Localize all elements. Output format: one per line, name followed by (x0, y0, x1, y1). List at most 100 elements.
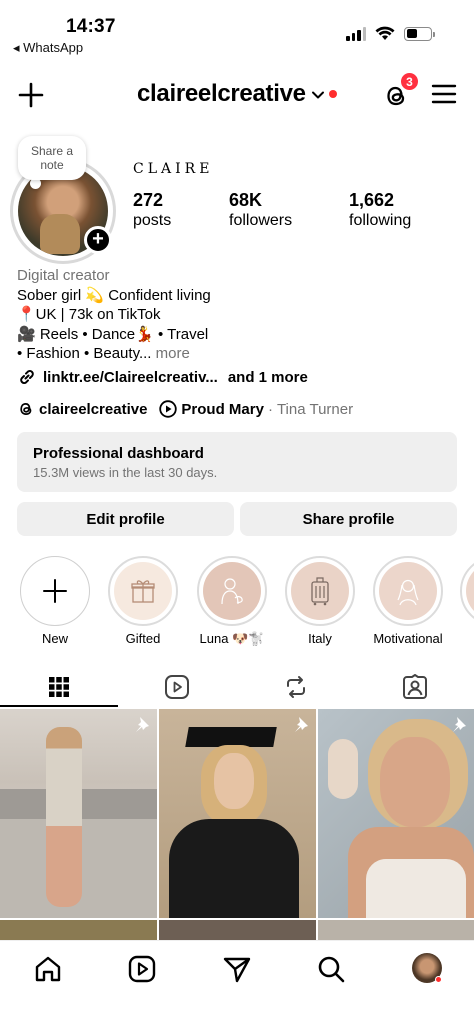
highlight-label: Motivational (373, 631, 443, 646)
tab-grid[interactable] (0, 666, 118, 708)
grid-icon (49, 677, 69, 697)
bio-category: Digital creator (17, 267, 110, 284)
bio-more-link[interactable]: more (156, 345, 190, 362)
bio-link-more[interactable]: and 1 more (228, 369, 308, 386)
following-stat[interactable]: 1,662 following (349, 190, 411, 230)
person-top (366, 859, 466, 918)
bio-line: 🎥 Reels • Dance💃 • Travel (17, 325, 209, 343)
professional-dashboard[interactable]: Professional dashboard 15.3M views in th… (17, 432, 457, 492)
add-story-button[interactable]: + (84, 226, 112, 254)
followers-count: 68K (229, 190, 263, 210)
search-icon[interactable] (315, 953, 347, 985)
status-time: 14:37 (66, 16, 116, 37)
profile-notification-dot (435, 976, 442, 983)
followers-label: followers (229, 212, 293, 229)
tagged-icon (403, 674, 427, 699)
bio-line: 📍UK | 73k on TikTok (17, 306, 161, 323)
graduation-gown (169, 819, 299, 918)
music-song[interactable]: Proud Mary (181, 401, 264, 418)
person-face (214, 753, 254, 809)
graduation-cap (185, 727, 277, 747)
threads-badge-icon (20, 403, 32, 415)
grid-post[interactable] (0, 920, 157, 940)
music-artist: Tina Turner (276, 400, 354, 418)
pinned-icon (136, 717, 149, 732)
create-plus-icon[interactable] (16, 80, 46, 110)
person-figure (46, 727, 82, 907)
display-name: CLAIRE (133, 161, 214, 177)
highlight-plus-container (25, 561, 85, 621)
bio-link-row[interactable]: linktr.ee/Claireelcreativ... and 1 more (17, 367, 308, 387)
highlight-ring (285, 556, 355, 626)
grid-post[interactable] (159, 709, 316, 918)
dashboard-title: Professional dashboard (33, 445, 204, 462)
highlight-luna[interactable]: Luna 🐶🐩 (197, 556, 267, 647)
highlight-label: New (41, 631, 68, 646)
chevron-down-icon[interactable] (311, 88, 325, 102)
reels-icon (165, 675, 189, 699)
reels-nav-icon[interactable] (126, 953, 158, 985)
bottom-navigation (0, 940, 474, 1029)
highlight-label: Italy (308, 631, 332, 646)
highlight-partial[interactable] (460, 556, 474, 626)
profile-tabs (0, 666, 474, 708)
highlight-label: Luna 🐶🐩 (199, 631, 265, 646)
notification-badge: 3 (399, 71, 420, 92)
tab-reposts[interactable] (237, 666, 355, 708)
home-icon[interactable] (32, 953, 64, 985)
back-to-whatsapp[interactable]: ◂ WhatsApp (13, 40, 83, 56)
share-note-bubble[interactable]: Share a note (18, 136, 86, 180)
threads-music-row: claireelcreative Proud Mary · Tina Turne… (17, 400, 353, 418)
highlight-ring (197, 556, 267, 626)
highlight-cover (203, 562, 261, 620)
status-bar: 14:37 ◂ WhatsApp (0, 0, 474, 58)
menu-icon[interactable] (431, 83, 457, 105)
tab-tagged[interactable] (356, 666, 474, 708)
battery-icon (404, 26, 435, 41)
music-separator: · (267, 400, 273, 418)
highlight-ring (460, 556, 474, 626)
highlight-ring (373, 556, 443, 626)
girl-with-dog-icon (221, 578, 243, 605)
threads-handle[interactable]: claireelcreative (39, 401, 147, 418)
grid-post[interactable] (318, 709, 474, 918)
play-music-icon[interactable] (159, 400, 178, 418)
posts-count: 272 (133, 190, 164, 210)
bio-line-last: • Fashion • Beauty... more (17, 344, 211, 364)
highlight-ring (20, 556, 90, 626)
headphones (328, 739, 358, 799)
grid-post[interactable] (0, 709, 157, 918)
highlight-italy[interactable]: Italy (285, 556, 355, 646)
highlight-new[interactable]: New (20, 556, 90, 646)
active-tab-indicator (0, 705, 118, 707)
tab-reels[interactable] (118, 666, 236, 708)
posts-stat[interactable]: 272 posts (133, 190, 171, 230)
grid-post[interactable] (318, 920, 474, 940)
cellular-signal-icon (346, 26, 366, 41)
status-icons (346, 26, 435, 41)
suitcase-icon (311, 577, 329, 606)
share-profile-button[interactable]: Share profile (240, 502, 457, 536)
account-notification-dot (329, 90, 337, 98)
followers-stat[interactable]: 68K followers (229, 190, 292, 230)
highlight-cover (291, 562, 349, 620)
highlight-gifted[interactable]: Gifted (108, 556, 178, 646)
grid-post[interactable] (159, 920, 316, 940)
direct-messages-icon[interactable] (221, 953, 253, 985)
gift-icon (131, 580, 155, 603)
bio-line: • Fashion • Beauty... (17, 345, 152, 362)
woman-portrait-icon (397, 579, 419, 606)
bio-link-text[interactable]: linktr.ee/Claireelcreativ... (43, 369, 218, 386)
pinned-icon (453, 717, 466, 732)
highlight-cover (379, 562, 437, 620)
highlight-ring (108, 556, 178, 626)
profile-header: claireelcreative 3 (0, 70, 474, 118)
highlight-motivational[interactable]: Motivational (373, 556, 443, 646)
following-count: 1,662 (349, 190, 395, 210)
wifi-icon (375, 26, 395, 40)
dashboard-subtitle: 15.3M views in the last 30 days. (33, 465, 218, 480)
edit-profile-button[interactable]: Edit profile (17, 502, 234, 536)
highlight-cover (114, 562, 172, 620)
bio-line: Sober girl 💫 Confident living (17, 286, 211, 304)
account-username[interactable]: claireelcreative (137, 80, 306, 108)
